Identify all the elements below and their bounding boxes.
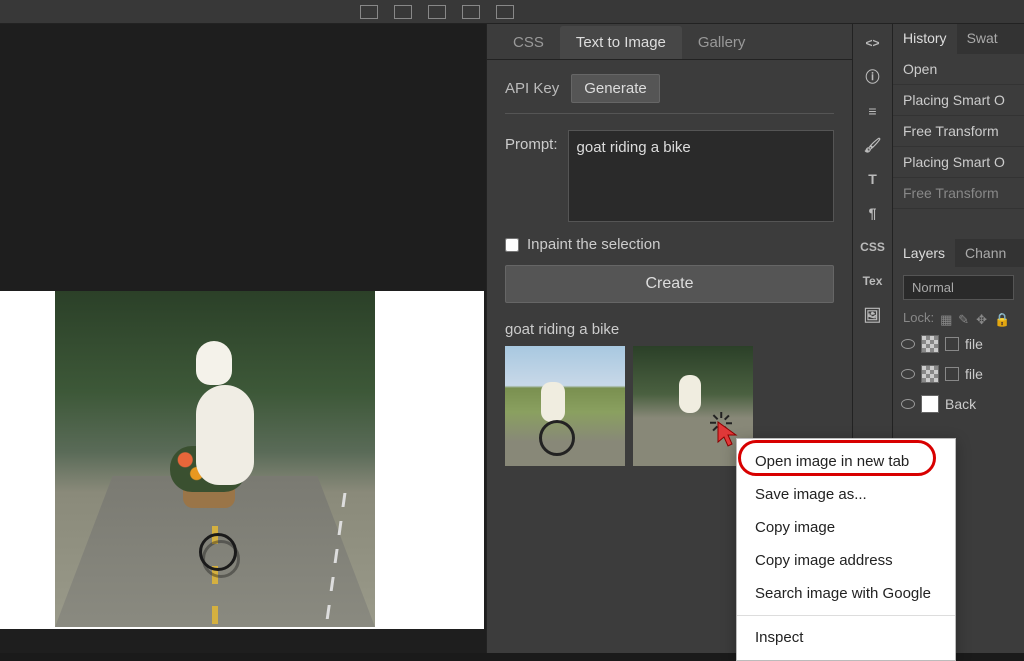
result-thumbnail[interactable] (633, 346, 753, 466)
api-key-label: API Key (505, 80, 559, 97)
css-icon[interactable]: CSS (855, 230, 891, 264)
sliders-icon[interactable]: ≡ (855, 94, 891, 128)
top-toolbar (0, 0, 1024, 24)
tex-icon[interactable]: Tex (855, 264, 891, 298)
history-item[interactable]: Free Transform (893, 116, 1024, 147)
lock-row: Lock: ▦ ✎ ✥ 🔒 (893, 306, 1024, 329)
canvas-image[interactable] (55, 291, 375, 627)
create-button[interactable]: Create (505, 265, 834, 303)
toolbar-icon[interactable] (496, 5, 514, 19)
lock-all-icon[interactable]: 🔒 (994, 312, 1006, 324)
tab-channels[interactable]: Chann (955, 239, 1016, 267)
history-item[interactable]: Open (893, 54, 1024, 85)
panel-tabs: CSS Text to Image Gallery (487, 24, 852, 60)
history-item[interactable]: Placing Smart O (893, 147, 1024, 178)
visibility-icon[interactable] (901, 369, 915, 379)
canvas-area[interactable] (0, 24, 486, 653)
prompt-label: Prompt: (505, 130, 558, 153)
tab-swatches[interactable]: Swat (957, 24, 1008, 54)
tab-layers[interactable]: Layers (893, 239, 955, 267)
context-menu: Open image in new tab Save image as... C… (736, 438, 956, 661)
separator (737, 615, 955, 616)
inpaint-checkbox-row[interactable]: Inpaint the selection (505, 236, 834, 253)
ctx-save-image-as[interactable]: Save image as... (737, 478, 955, 511)
text-icon[interactable]: T (855, 162, 891, 196)
paragraph-icon[interactable]: ¶ (855, 196, 891, 230)
layer-name: file (965, 366, 983, 382)
lock-label: Lock: (903, 310, 934, 325)
image-icon[interactable]: 🖼 (855, 298, 891, 332)
tab-text-to-image[interactable]: Text to Image (560, 26, 682, 59)
lock-move-icon[interactable]: ✥ (976, 312, 988, 324)
ctx-inspect[interactable]: Inspect (737, 621, 955, 654)
layer-thumbnail (921, 335, 939, 353)
visibility-icon[interactable] (901, 339, 915, 349)
history-item[interactable]: Free Transform (893, 178, 1024, 209)
ctx-copy-image-address[interactable]: Copy image address (737, 544, 955, 577)
inpaint-label: Inpaint the selection (527, 236, 660, 253)
blend-mode-select[interactable]: Normal (903, 275, 1014, 300)
result-thumbnail[interactable] (505, 346, 625, 466)
layer-name: file (965, 336, 983, 352)
brush-icon[interactable]: 🖌 (855, 128, 891, 162)
lock-brush-icon[interactable]: ✎ (958, 312, 970, 324)
ctx-search-google[interactable]: Search image with Google (737, 577, 955, 610)
history-list: Open Placing Smart O Free Transform Plac… (893, 54, 1024, 209)
layer-item[interactable]: file (893, 359, 1024, 389)
lock-transparency-icon[interactable]: ▦ (940, 312, 952, 324)
results-label: goat riding a bike (505, 321, 834, 338)
tab-css[interactable]: CSS (497, 26, 560, 59)
layer-item[interactable]: file (893, 329, 1024, 359)
info-icon[interactable]: ⓘ (855, 60, 891, 94)
history-item[interactable]: Placing Smart O (893, 85, 1024, 116)
code-icon[interactable]: <> (855, 26, 891, 60)
layer-link-icon (945, 337, 959, 351)
prompt-input[interactable]: goat riding a bike (568, 130, 834, 222)
layer-name: Back (945, 396, 976, 412)
inpaint-checkbox[interactable] (505, 238, 519, 252)
toolbar-icon[interactable] (360, 5, 378, 19)
ctx-open-new-tab[interactable]: Open image in new tab (737, 445, 955, 478)
layer-link-icon (945, 367, 959, 381)
toolbar-icon[interactable] (428, 5, 446, 19)
ctx-copy-image[interactable]: Copy image (737, 511, 955, 544)
toolbar-icon[interactable] (394, 5, 412, 19)
layer-thumbnail (921, 395, 939, 413)
toolbar-icon[interactable] (462, 5, 480, 19)
visibility-icon[interactable] (901, 399, 915, 409)
tab-gallery[interactable]: Gallery (682, 26, 762, 59)
tab-history[interactable]: History (893, 24, 957, 54)
layer-thumbnail (921, 365, 939, 383)
layer-item[interactable]: Back (893, 389, 1024, 419)
generate-button[interactable]: Generate (571, 74, 660, 103)
